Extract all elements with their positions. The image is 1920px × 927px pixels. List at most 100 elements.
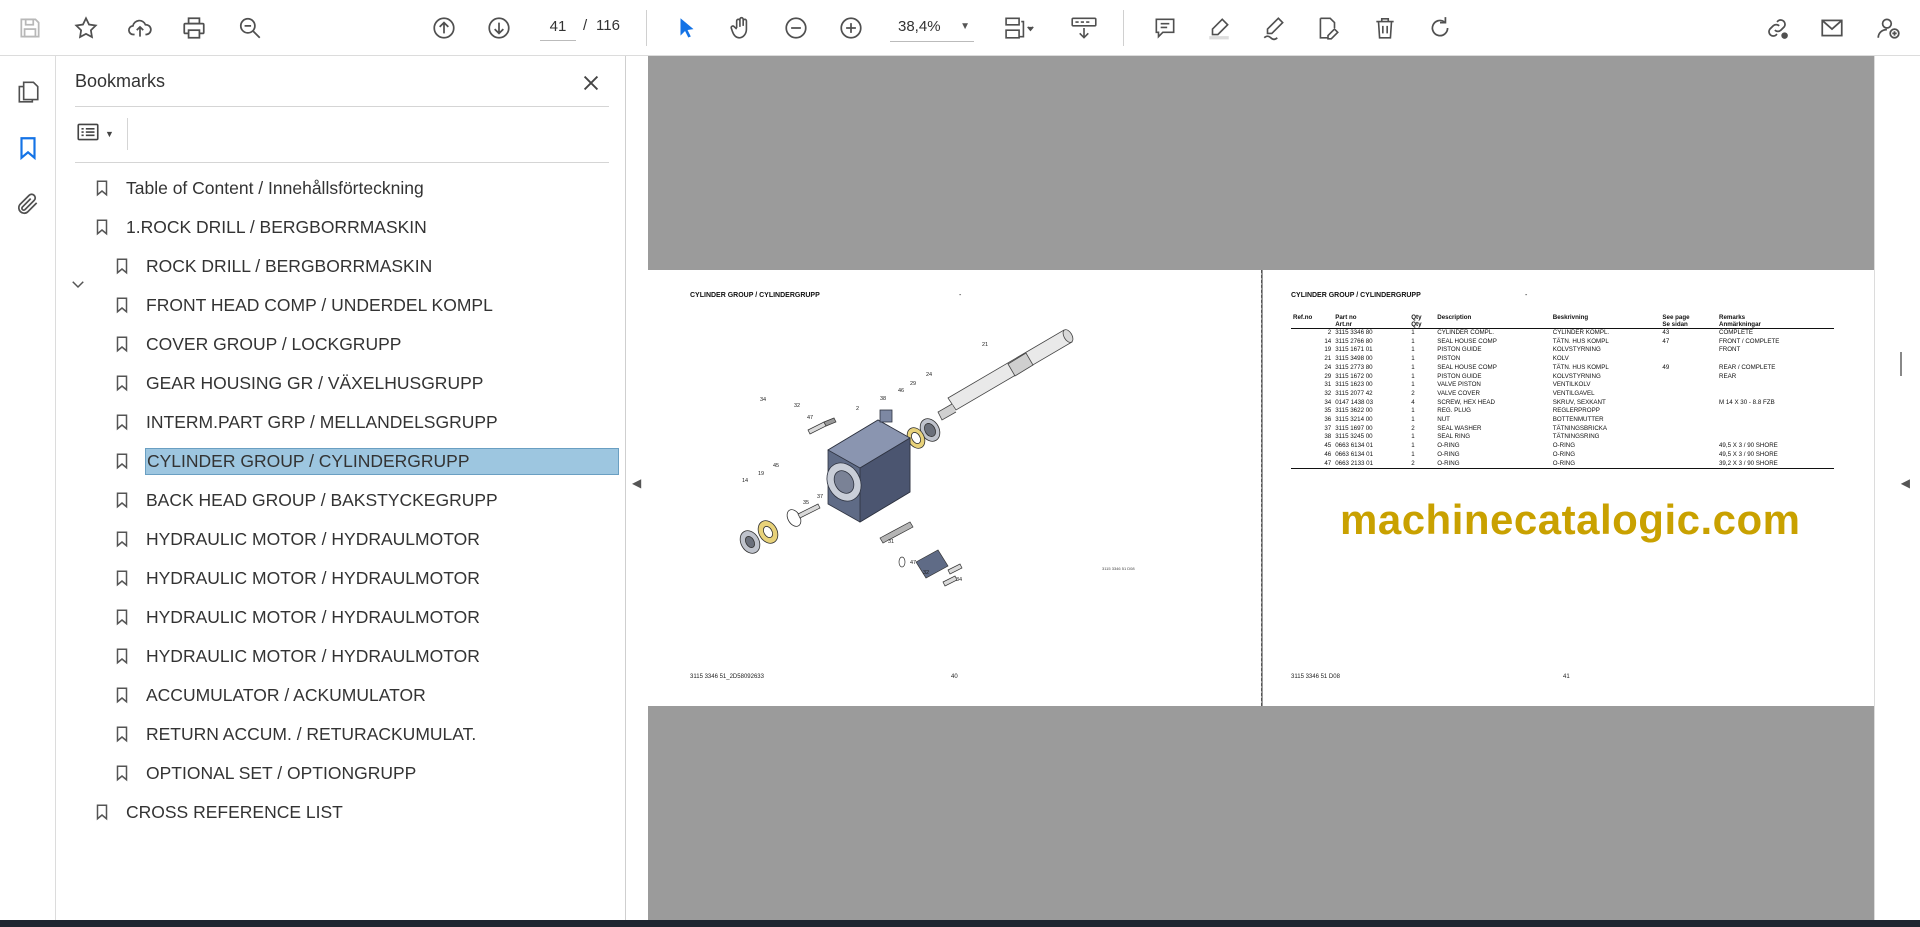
table-cell: SEAL HOUSE COMP (1437, 363, 1497, 371)
document-view[interactable]: ◀ CYLINDER GROUP / CYLINDERGRUPP - 21 24… (626, 56, 1920, 920)
highlight-icon[interactable] (1203, 12, 1235, 44)
table-row: 35 3115 3622 00 1 REG. PLUG REGLERPROPP (1291, 407, 1834, 416)
bookmark-item[interactable]: BACK HEAD GROUP / BAKSTYCKEGRUPP (111, 485, 499, 515)
email-icon[interactable] (1816, 12, 1848, 44)
rotate-icon[interactable] (1424, 12, 1456, 44)
table-cell: 3115 1623 00 (1335, 381, 1373, 389)
bookmark-icon (111, 643, 133, 669)
bookmark-item[interactable]: HYDRAULIC MOTOR / HYDRAULMOTOR (111, 602, 481, 632)
bookmark-item[interactable]: COVER GROUP / LOCKGRUPP (111, 329, 402, 359)
upload-icon[interactable] (124, 12, 156, 44)
bookmark-label: OPTIONAL SET / OPTIONGRUPP (146, 762, 417, 783)
table-header-cell: See page Se sidan (1660, 314, 1717, 329)
table-cell (1717, 425, 1834, 434)
page-footer-number: 41 (1563, 674, 1570, 680)
table-cell: 3115 2766 80 (1335, 337, 1373, 345)
bookmark-item[interactable]: CYLINDER GROUP / CYLINDERGRUPP (111, 446, 619, 476)
account-icon[interactable] (1872, 12, 1904, 44)
collapse-right-icon[interactable]: ◀ (1901, 476, 1910, 490)
table-cell: 32 (1324, 389, 1332, 397)
chevron-down-icon: ▼ (960, 21, 970, 32)
bookmark-label: CYLINDER GROUP / CYLINDERGRUPP (145, 447, 619, 475)
chevron-down-icon[interactable] (68, 274, 88, 294)
table-cell: 1 (1411, 329, 1415, 336)
bookmark-item[interactable]: INTERM.PART GRP / MELLANDELSGRUPP (111, 407, 499, 437)
star-icon[interactable] (70, 12, 102, 44)
table-cell: COMPLETE (1718, 329, 1754, 336)
table-cell: VENTILKOLV (1552, 381, 1591, 389)
table-cell (1660, 390, 1717, 399)
table-row: 31 3115 1623 00 1 VALVE PISTON VENTILKOLV (1291, 381, 1834, 390)
table-header-row: Ref.no Part no Art.nr Qty Qty Description Be… (1291, 314, 1834, 329)
header-line-1: Beskrivning (1552, 314, 1589, 321)
table-cell: KOLVSTYRNING (1552, 346, 1601, 354)
hand-icon[interactable] (725, 12, 757, 44)
table-cell: 3115 1672 00 (1335, 372, 1373, 380)
table-cell: FRONT (1718, 346, 1741, 354)
bookmark-icon (111, 721, 133, 747)
bookmark-item[interactable]: OPTIONAL SET / OPTIONGRUPP (111, 758, 417, 788)
zoom-select[interactable]: 38,4% ▼ (890, 12, 974, 42)
svg-text:21: 21 (982, 342, 988, 348)
attachment-icon[interactable] (12, 188, 44, 220)
table-cell: REGLERPROPP (1552, 407, 1600, 415)
zoom-in-icon[interactable] (835, 12, 867, 44)
chevron-down-icon: ▼ (105, 129, 114, 139)
bookmark-options-button[interactable]: ▼ (75, 119, 125, 149)
page-footer-code: 3115 3346 51 D08 (1291, 674, 1340, 680)
left-collapse-strip: ◀ (626, 56, 648, 920)
right-collapse-strip: ◀ (1874, 56, 1920, 920)
pages-icon[interactable] (12, 76, 44, 108)
bookmark-item[interactable]: GEAR HOUSING GR / VÄXELHUSGRUPP (111, 368, 484, 398)
scrollbar-thumb[interactable] (1900, 352, 1902, 376)
table-cell: 1 (1411, 372, 1415, 380)
page-down-icon[interactable] (483, 12, 515, 44)
zoom-value: 38,4% (898, 18, 941, 35)
table-cell: 0663 6134 01 (1335, 442, 1374, 450)
parts-table: Ref.no Part no Art.nr Qty Qty Description Be… (1291, 314, 1834, 470)
share-link-icon[interactable] (1761, 12, 1793, 44)
bookmark-label: HYDRAULIC MOTOR / HYDRAULMOTOR (146, 645, 480, 666)
table-cell: 3115 3214 00 (1335, 416, 1373, 424)
svg-text:47: 47 (910, 560, 916, 566)
delete-icon[interactable] (1369, 12, 1401, 44)
bookmark-item[interactable]: 1.ROCK DRILL / BERGBORRMASKIN (91, 212, 428, 242)
page-number-input[interactable] (540, 13, 576, 41)
table-cell: SCREW, HEX HEAD (1437, 398, 1495, 406)
sign-icon[interactable] (1258, 12, 1290, 44)
page-up-icon[interactable] (428, 12, 460, 44)
table-cell: 49,5 X 3 / 90 SHORE (1718, 442, 1778, 450)
table-row: 19 3115 1671 01 1 PISTON GUIDE KOLVSTYRNING F… (1291, 346, 1834, 355)
bookmark-item[interactable]: ROCK DRILL / BERGBORRMASKIN (111, 251, 433, 281)
bookmark-item[interactable]: ACCUMULATOR / ACKUMULATOR (111, 680, 427, 710)
bookmark-item[interactable]: HYDRAULIC MOTOR / HYDRAULMOTOR (111, 524, 481, 554)
bookmark-item[interactable]: CROSS REFERENCE LIST (91, 797, 344, 827)
print-icon[interactable] (178, 12, 210, 44)
save-icon[interactable] (14, 12, 46, 44)
bookmark-item[interactable]: RETURN ACCUM. / RETURACKUMULAT. (111, 719, 477, 749)
table-row: 2 3115 3346 80 1 CYLINDER COMPL. CYLINDER KO… (1291, 329, 1834, 338)
bookmark-item[interactable]: FRONT HEAD COMP / UNDERDEL KOMPL (111, 290, 494, 320)
fit-page-icon[interactable] (998, 12, 1038, 44)
table-cell: 1 (1411, 355, 1415, 363)
svg-text:24: 24 (926, 372, 932, 378)
table-row: 38 3115 3245 00 1 SEAL RING TÄTNINGSRING (1291, 433, 1834, 442)
comment-icon[interactable] (1149, 12, 1181, 44)
edit-icon[interactable] (1312, 12, 1344, 44)
select-cursor-icon[interactable] (671, 12, 703, 44)
table-cell: 3115 3622 00 (1335, 407, 1373, 415)
bookmark-item[interactable]: Table of Content / Innehållsförteckning (91, 173, 425, 203)
table-row: 45 0663 6134 01 1 O-RING O-RING 49,5 X 3 / 90… (1291, 442, 1834, 451)
zoom-search-icon[interactable] (234, 12, 266, 44)
bookmark-icon[interactable] (12, 132, 44, 164)
table-cell: PISTON GUIDE (1437, 346, 1482, 354)
bookmark-label: 1.ROCK DRILL / BERGBORRMASKIN (126, 216, 427, 237)
scroll-mode-icon[interactable] (1066, 12, 1102, 44)
bookmark-item[interactable]: HYDRAULIC MOTOR / HYDRAULMOTOR (111, 563, 481, 593)
zoom-out-icon[interactable] (780, 12, 812, 44)
close-icon[interactable] (576, 68, 606, 98)
table-body: 2 3115 3346 80 1 CYLINDER COMPL. CYLINDER KO… (1291, 329, 1834, 470)
table-cell: 3115 2773 80 (1335, 363, 1373, 371)
collapse-left-icon[interactable]: ◀ (632, 476, 641, 490)
bookmark-item[interactable]: HYDRAULIC MOTOR / HYDRAULMOTOR (111, 641, 481, 671)
